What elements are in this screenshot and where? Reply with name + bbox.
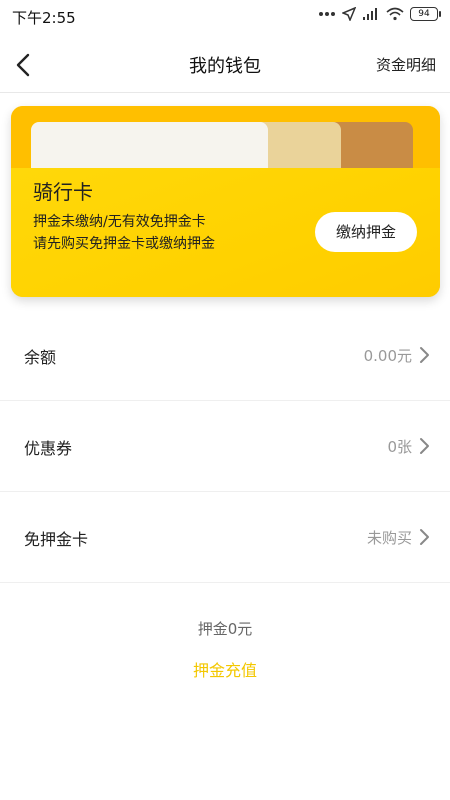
wallet-list: 余额 0.00元 优惠券 0张 免押金卡 未购买 xyxy=(0,310,450,583)
location-arrow-icon xyxy=(342,7,356,21)
pay-deposit-button[interactable]: 缴纳押金 xyxy=(315,212,417,252)
card-desc-line1: 押金未缴纳/无有效免押金卡 xyxy=(33,214,206,230)
status-time: 下午2:55 xyxy=(12,9,76,27)
chevron-right-icon xyxy=(420,438,429,454)
list-item-deposit-free-card[interactable]: 免押金卡 未购买 xyxy=(0,492,450,583)
list-item-value: 未购买 xyxy=(366,529,412,547)
list-item-label: 优惠券 xyxy=(24,439,73,458)
list-item-value: 0张 xyxy=(387,438,412,456)
list-item-balance[interactable]: 余额 0.00元 xyxy=(0,310,450,401)
status-bar: 下午2:55 94 xyxy=(0,0,450,32)
battery-icon: 94 xyxy=(410,7,441,21)
deposit-recharge-link[interactable]: 押金充值 xyxy=(0,657,450,681)
list-item-label: 免押金卡 xyxy=(24,530,89,549)
chevron-right-icon xyxy=(420,347,429,363)
list-item-coupons[interactable]: 优惠券 0张 xyxy=(0,401,450,492)
more-dots-icon xyxy=(319,12,335,16)
wifi-icon xyxy=(386,7,404,21)
status-icons: 94 xyxy=(318,7,441,21)
chevron-right-icon xyxy=(420,529,429,545)
nav-bar: 我的钱包 资金明细 xyxy=(0,36,450,93)
card-description: 押金未缴纳/无有效免押金卡 请先购买免押金卡或缴纳押金 xyxy=(33,211,215,255)
list-item-label: 余额 xyxy=(24,348,57,367)
card-title: 骑行卡 xyxy=(33,180,93,204)
fund-details-link[interactable]: 资金明细 xyxy=(376,54,436,75)
deposit-amount: 押金0元 xyxy=(197,620,253,638)
card-desc-line2: 请先购买免押金卡或缴纳押金 xyxy=(33,236,215,252)
list-item-value: 0.00元 xyxy=(363,347,412,365)
riding-card: 骑行卡 押金未缴纳/无有效免押金卡 请先购买免押金卡或缴纳押金 缴纳押金 xyxy=(11,106,440,297)
signal-icon xyxy=(363,8,377,20)
